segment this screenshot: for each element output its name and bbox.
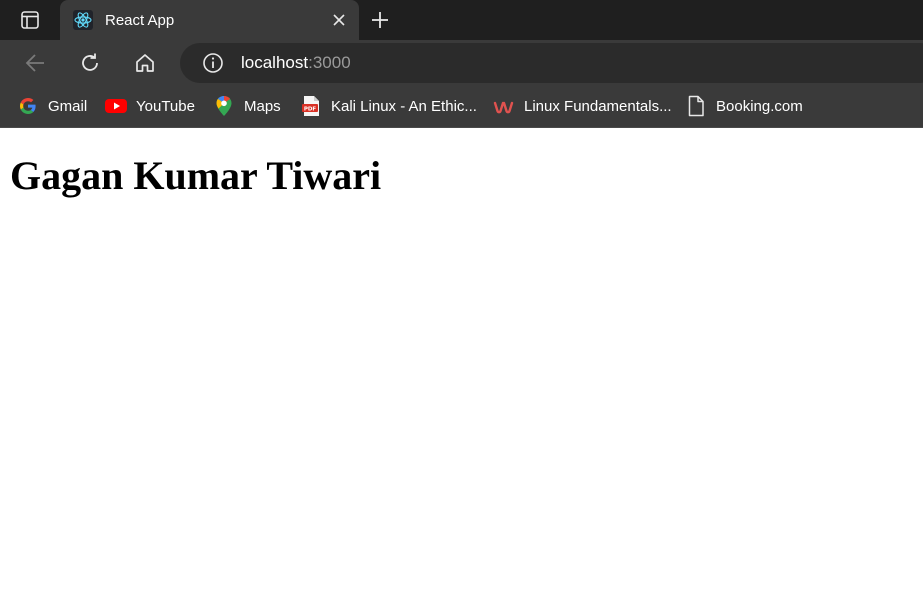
site-info-button[interactable] <box>202 52 224 74</box>
tab-actions-icon <box>21 11 39 29</box>
home-button[interactable] <box>130 48 160 78</box>
address-bar[interactable]: localhost:3000 <box>180 43 923 83</box>
bookmark-label: Kali Linux - An Ethic... <box>331 97 477 115</box>
bookmark-maps[interactable]: Maps <box>213 94 281 118</box>
plus-icon <box>372 12 388 28</box>
svg-text:PDF: PDF <box>304 106 317 112</box>
url-text: localhost:3000 <box>241 53 351 73</box>
info-icon <box>203 53 223 73</box>
url-host: localhost <box>241 53 309 72</box>
bookmark-linux-fundamentals[interactable]: Linux Fundamentals... <box>493 94 672 118</box>
tab-strip: React App <box>0 0 923 40</box>
bookmark-youtube[interactable]: YouTube <box>105 94 195 118</box>
bookmark-label: Maps <box>244 97 281 115</box>
udemy-icon <box>493 95 515 117</box>
bookmark-gmail[interactable]: Gmail <box>17 94 87 118</box>
bookmark-label: Booking.com <box>716 97 803 115</box>
youtube-icon <box>105 95 127 117</box>
close-icon <box>333 14 345 26</box>
refresh-button[interactable] <box>75 48 105 78</box>
tab-close-button[interactable] <box>328 9 350 31</box>
browser-chrome: React App localhost:3000 Gmail YouTube M… <box>0 0 923 128</box>
react-logo-icon <box>73 10 93 30</box>
tab-actions-button[interactable] <box>10 6 50 34</box>
home-icon <box>136 54 154 72</box>
new-tab-button[interactable] <box>366 6 394 34</box>
page-icon <box>685 95 707 117</box>
maps-pin-icon <box>213 95 235 117</box>
bookmark-kali-linux[interactable]: PDF Kali Linux - An Ethic... <box>300 94 477 118</box>
back-button[interactable] <box>20 48 50 78</box>
google-icon <box>17 95 39 117</box>
back-arrow-icon <box>25 54 44 72</box>
bookmark-label: Gmail <box>48 97 88 115</box>
tab-title: React App <box>105 11 175 29</box>
bookmark-label: Linux Fundamentals... <box>524 97 672 115</box>
refresh-icon <box>82 53 98 71</box>
navigation-toolbar: localhost:3000 <box>0 40 923 86</box>
bookmark-booking[interactable]: Booking.com <box>685 94 803 118</box>
pdf-icon: PDF <box>300 95 322 117</box>
url-port: :3000 <box>308 53 351 72</box>
page-heading: Gagan Kumar Tiwari <box>10 153 382 198</box>
bookmark-label: YouTube <box>136 97 195 115</box>
bookmarks-bar: Gmail YouTube Maps PDF Kali Linux - An E… <box>0 86 923 128</box>
tab-react-app[interactable]: React App <box>60 0 359 40</box>
